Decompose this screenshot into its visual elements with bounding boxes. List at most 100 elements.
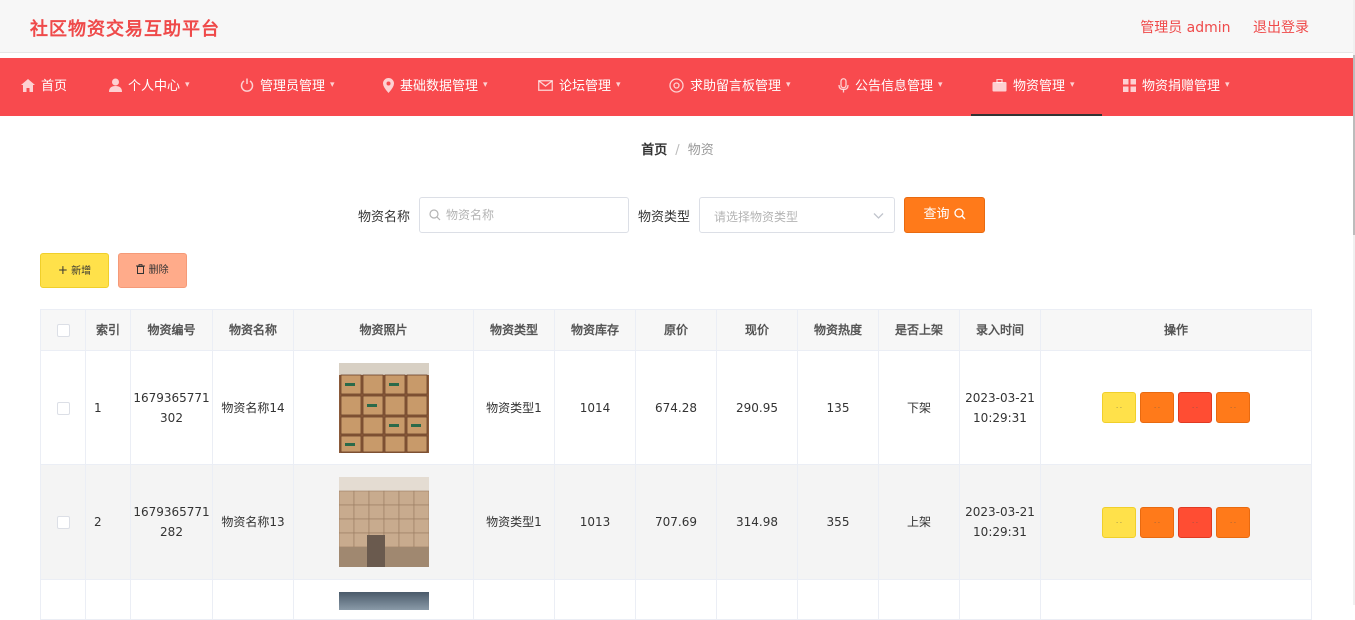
chevron-down-icon: ▾: [330, 80, 335, 90]
supply-photo-warehouse[interactable]: [338, 477, 429, 567]
nav-item-personal-center[interactable]: 个人中心 ▾: [109, 58, 190, 116]
nav-label-help-board: 求助留言板管理: [690, 79, 782, 94]
table-row: 1 1679365771302 物资名称14 物资类型1 1014 674.28…: [40, 350, 1312, 465]
row-delete-button[interactable]: · ·: [1178, 506, 1212, 538]
cell-on-shelf: 上架: [878, 464, 960, 580]
top-header: 社区物资交易互助平台 管理员 admin 退出登录: [0, 0, 1355, 53]
briefcase-icon: [992, 78, 1007, 91]
cell-original-price: 674.28: [635, 350, 717, 465]
breadcrumb-home[interactable]: 首页: [641, 143, 667, 158]
column-header: 物资名称: [212, 309, 294, 351]
row-delete-button[interactable]: · ·: [1178, 392, 1212, 423]
supply-type-label: 物资类型: [638, 210, 691, 225]
breadcrumb-separator: /: [675, 143, 680, 158]
nav-item-help-board[interactable]: 求助留言板管理 ▾: [669, 58, 791, 116]
supply-photo-boxes[interactable]: [338, 362, 429, 453]
supplies-table: 索引 物资编号 物资名称 物资照片 物资类型 物资库存 原价 现价 物资热度 是…: [40, 309, 1312, 620]
column-header: 物资照片: [293, 309, 474, 351]
row-checkbox[interactable]: [56, 401, 70, 415]
trash-icon: [136, 264, 146, 274]
query-button-label: 查询: [923, 207, 950, 222]
cell-heat: [797, 579, 879, 620]
cell-index: [85, 579, 131, 620]
power-icon: [240, 78, 254, 92]
more-button[interactable]: · ·: [1216, 392, 1250, 423]
nav-item-donations[interactable]: 物资捐赠管理 ▾: [1123, 58, 1230, 116]
cell-name: 物资名称14: [212, 350, 294, 465]
table-header-row: 索引 物资编号 物资名称 物资照片 物资类型 物资库存 原价 现价 物资热度 是…: [40, 309, 1312, 351]
chevron-down-icon: ▾: [616, 80, 621, 90]
nav-item-admin-management[interactable]: 管理员管理 ▾: [240, 58, 335, 116]
cell-current-price: [716, 579, 798, 620]
column-header: 物资编号: [130, 309, 213, 351]
row-select-cell: [40, 579, 86, 620]
microphone-icon: [838, 77, 849, 92]
row-select-cell: [40, 350, 86, 465]
cell-stock: 1014: [554, 350, 636, 465]
cell-photo: [293, 464, 474, 580]
user-icon: [109, 78, 122, 92]
query-button[interactable]: 查询: [904, 197, 985, 233]
table-row: 2 1679365771282 物资名称13 物资类型1 1013 707.69…: [40, 464, 1312, 580]
edit-button[interactable]: · ·: [1140, 392, 1174, 423]
cell-stock: 1013: [554, 464, 636, 580]
table-row: [40, 579, 1312, 620]
home-icon: [21, 78, 35, 92]
column-header: 现价: [716, 309, 798, 351]
cell-operations: · · · · · · · ·: [1040, 464, 1312, 580]
nav-item-home[interactable]: 首页: [21, 58, 67, 116]
supply-type-select[interactable]: 请选择物资类型: [699, 197, 895, 233]
cell-code: 1679365771302: [130, 350, 213, 465]
nav-label-personal-center: 个人中心: [128, 79, 181, 94]
cell-index: 1: [85, 350, 131, 465]
supply-name-search: [419, 197, 629, 233]
supply-type-placeholder: 请选择物资类型: [714, 210, 799, 224]
column-header: 录入时间: [959, 309, 1041, 351]
chevron-down-icon: ▾: [1070, 80, 1075, 90]
chevron-down-icon: ▾: [185, 80, 190, 90]
add-button-label: 新增: [71, 266, 92, 277]
admin-user-link[interactable]: 管理员 admin: [1140, 20, 1230, 36]
cell-on-shelf: 下架: [878, 350, 960, 465]
nav-item-announcements[interactable]: 公告信息管理 ▾: [838, 58, 943, 116]
cell-type: 物资类型1: [473, 350, 555, 465]
cell-original-price: 707.69: [635, 464, 717, 580]
nav-item-forum[interactable]: 论坛管理 ▾: [538, 58, 621, 116]
supply-photo-partial[interactable]: [338, 591, 429, 610]
column-header: 索引: [85, 309, 131, 351]
cell-stock: [554, 579, 636, 620]
supply-name-input[interactable]: [446, 206, 621, 224]
chevron-down-icon: [873, 213, 884, 219]
nav-label-forum: 论坛管理: [559, 79, 612, 94]
cell-name: [212, 579, 294, 620]
column-header: 操作: [1040, 309, 1312, 351]
column-header: 是否上架: [878, 309, 960, 351]
cell-current-price: 290.95: [716, 350, 798, 465]
chevron-down-icon: ▾: [483, 80, 488, 90]
cell-operations: · · · · · · · ·: [1040, 350, 1312, 465]
nav-label-supplies: 物资管理: [1013, 79, 1066, 94]
plus-icon: +: [57, 263, 68, 277]
cell-index: 2: [85, 464, 131, 580]
row-checkbox[interactable]: [56, 516, 70, 529]
edit-button[interactable]: · ·: [1140, 506, 1174, 538]
cell-on-shelf: [878, 579, 960, 620]
delete-button-label: 删除: [148, 265, 169, 276]
cell-code: 1679365771282: [130, 464, 213, 580]
grid-icon: [1123, 78, 1136, 92]
nav-item-basic-data[interactable]: 基础数据管理 ▾: [383, 58, 488, 116]
mail-icon: [538, 79, 553, 91]
select-all-checkbox[interactable]: [56, 324, 70, 337]
more-button[interactable]: · ·: [1216, 506, 1250, 538]
view-button[interactable]: · ·: [1102, 392, 1136, 423]
cell-code: [130, 579, 213, 620]
logout-button[interactable]: 退出登录: [1253, 20, 1309, 36]
nav-label-basic-data: 基础数据管理: [400, 79, 479, 94]
search-icon: [953, 207, 965, 219]
cell-operations: [1040, 579, 1312, 620]
view-button[interactable]: · ·: [1102, 506, 1136, 538]
delete-button[interactable]: 删除: [118, 253, 187, 288]
nav-item-supplies[interactable]: 物资管理 ▾: [971, 58, 1102, 116]
cell-type: 物资类型1: [473, 464, 555, 580]
add-button[interactable]: + 新增: [40, 253, 109, 288]
